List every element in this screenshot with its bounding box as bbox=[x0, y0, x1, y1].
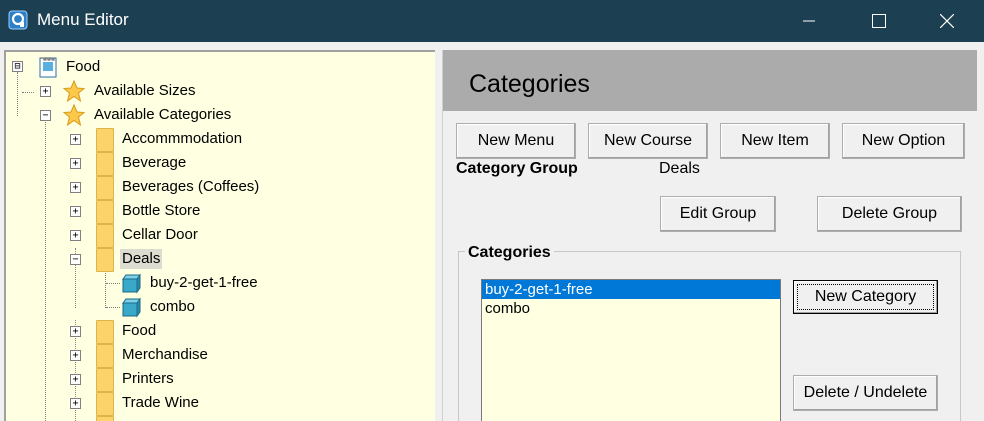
minimize-button[interactable] bbox=[786, 0, 832, 42]
tree-node-category[interactable]: Bottle Store bbox=[120, 200, 202, 222]
collapse-toggle[interactable]: − bbox=[70, 254, 81, 265]
categories-panel: Categories New Menu New Course New Item … bbox=[442, 50, 977, 421]
star-icon bbox=[62, 103, 86, 130]
tree-node-available-sizes[interactable]: Available Sizes bbox=[92, 80, 197, 102]
category-group-label: Category Group bbox=[456, 160, 578, 177]
new-item-button[interactable]: New Item bbox=[720, 123, 830, 159]
star-icon bbox=[62, 79, 86, 106]
delete-group-button[interactable]: Delete Group bbox=[817, 196, 962, 232]
tree-node-category[interactable]: Beverage bbox=[120, 152, 188, 174]
folder-icon bbox=[96, 320, 114, 344]
expand-toggle[interactable]: + bbox=[70, 374, 81, 385]
tree-node-category-item[interactable]: combo bbox=[148, 296, 197, 318]
tree-node-category[interactable]: Cellar Door bbox=[120, 224, 200, 246]
categories-listbox[interactable]: buy-2-get-1-free combo bbox=[481, 279, 781, 421]
categories-collapse-toggle[interactable]: − bbox=[40, 110, 51, 121]
folder-icon bbox=[96, 200, 114, 224]
tree-node-category[interactable]: Accommmodation bbox=[120, 128, 244, 150]
folder-icon bbox=[96, 224, 114, 248]
window-title: Menu Editor bbox=[37, 10, 129, 29]
list-item[interactable]: buy-2-get-1-free bbox=[482, 280, 780, 299]
tree-node-category-item[interactable]: buy-2-get-1-free bbox=[148, 272, 260, 294]
tree-node-available-categories[interactable]: Available Categories bbox=[92, 104, 233, 126]
new-category-button[interactable]: New Category bbox=[793, 280, 938, 314]
app-icon bbox=[8, 10, 28, 30]
panel-header: Categories bbox=[443, 50, 977, 111]
folder-icon bbox=[96, 152, 114, 176]
tree-node-root[interactable]: Food bbox=[64, 56, 102, 78]
categories-groupbox-title: Categories bbox=[465, 244, 554, 262]
folder-icon bbox=[96, 176, 114, 200]
folder-icon bbox=[96, 128, 114, 152]
panel-title: Categories bbox=[469, 70, 590, 98]
folder-icon bbox=[96, 248, 114, 272]
expand-toggle[interactable]: + bbox=[70, 134, 81, 145]
maximize-icon bbox=[872, 14, 886, 28]
tree-node-category[interactable]: Beverages (Coffees) bbox=[120, 176, 261, 198]
edit-group-button[interactable]: Edit Group bbox=[660, 196, 776, 232]
tree-node-category[interactable]: Food bbox=[120, 320, 158, 342]
expand-toggle[interactable]: + bbox=[70, 326, 81, 337]
minimize-icon bbox=[803, 20, 815, 22]
new-option-button[interactable]: New Option bbox=[842, 123, 965, 159]
tree-node-category[interactable]: Merchandise bbox=[120, 344, 210, 366]
folder-icon bbox=[96, 392, 114, 416]
tree-node-category[interactable]: Printers bbox=[120, 368, 176, 390]
close-button[interactable] bbox=[924, 0, 970, 42]
category-icon bbox=[120, 272, 142, 298]
close-icon bbox=[940, 14, 954, 28]
sizes-expand-toggle[interactable]: + bbox=[40, 86, 51, 97]
tree-node-category[interactable]: Trade Wine bbox=[120, 392, 201, 414]
delete-undelete-button[interactable]: Delete / Undelete bbox=[793, 375, 938, 411]
folder-icon bbox=[96, 344, 114, 368]
list-item[interactable]: combo bbox=[482, 299, 780, 318]
category-icon bbox=[120, 296, 142, 322]
menu-tree[interactable]: ⊟ Food + Available Sizes − Available Cat… bbox=[4, 50, 435, 421]
expand-toggle[interactable]: + bbox=[70, 182, 81, 193]
document-icon bbox=[38, 56, 58, 82]
expand-toggle[interactable]: + bbox=[70, 158, 81, 169]
folder-icon bbox=[96, 368, 114, 392]
new-course-button[interactable]: New Course bbox=[588, 123, 708, 159]
new-menu-button[interactable]: New Menu bbox=[456, 123, 576, 159]
expand-toggle[interactable]: + bbox=[70, 350, 81, 361]
maximize-button[interactable] bbox=[856, 0, 902, 42]
category-group-value: Deals bbox=[659, 160, 700, 177]
folder-icon bbox=[96, 416, 114, 421]
expand-toggle[interactable]: + bbox=[70, 398, 81, 409]
expand-toggle[interactable]: + bbox=[70, 230, 81, 241]
root-collapse-toggle[interactable]: ⊟ bbox=[12, 61, 23, 72]
tree-node-category-deals[interactable]: Deals bbox=[120, 248, 163, 270]
title-bar: Menu Editor bbox=[0, 0, 984, 42]
expand-toggle[interactable]: + bbox=[70, 206, 81, 217]
